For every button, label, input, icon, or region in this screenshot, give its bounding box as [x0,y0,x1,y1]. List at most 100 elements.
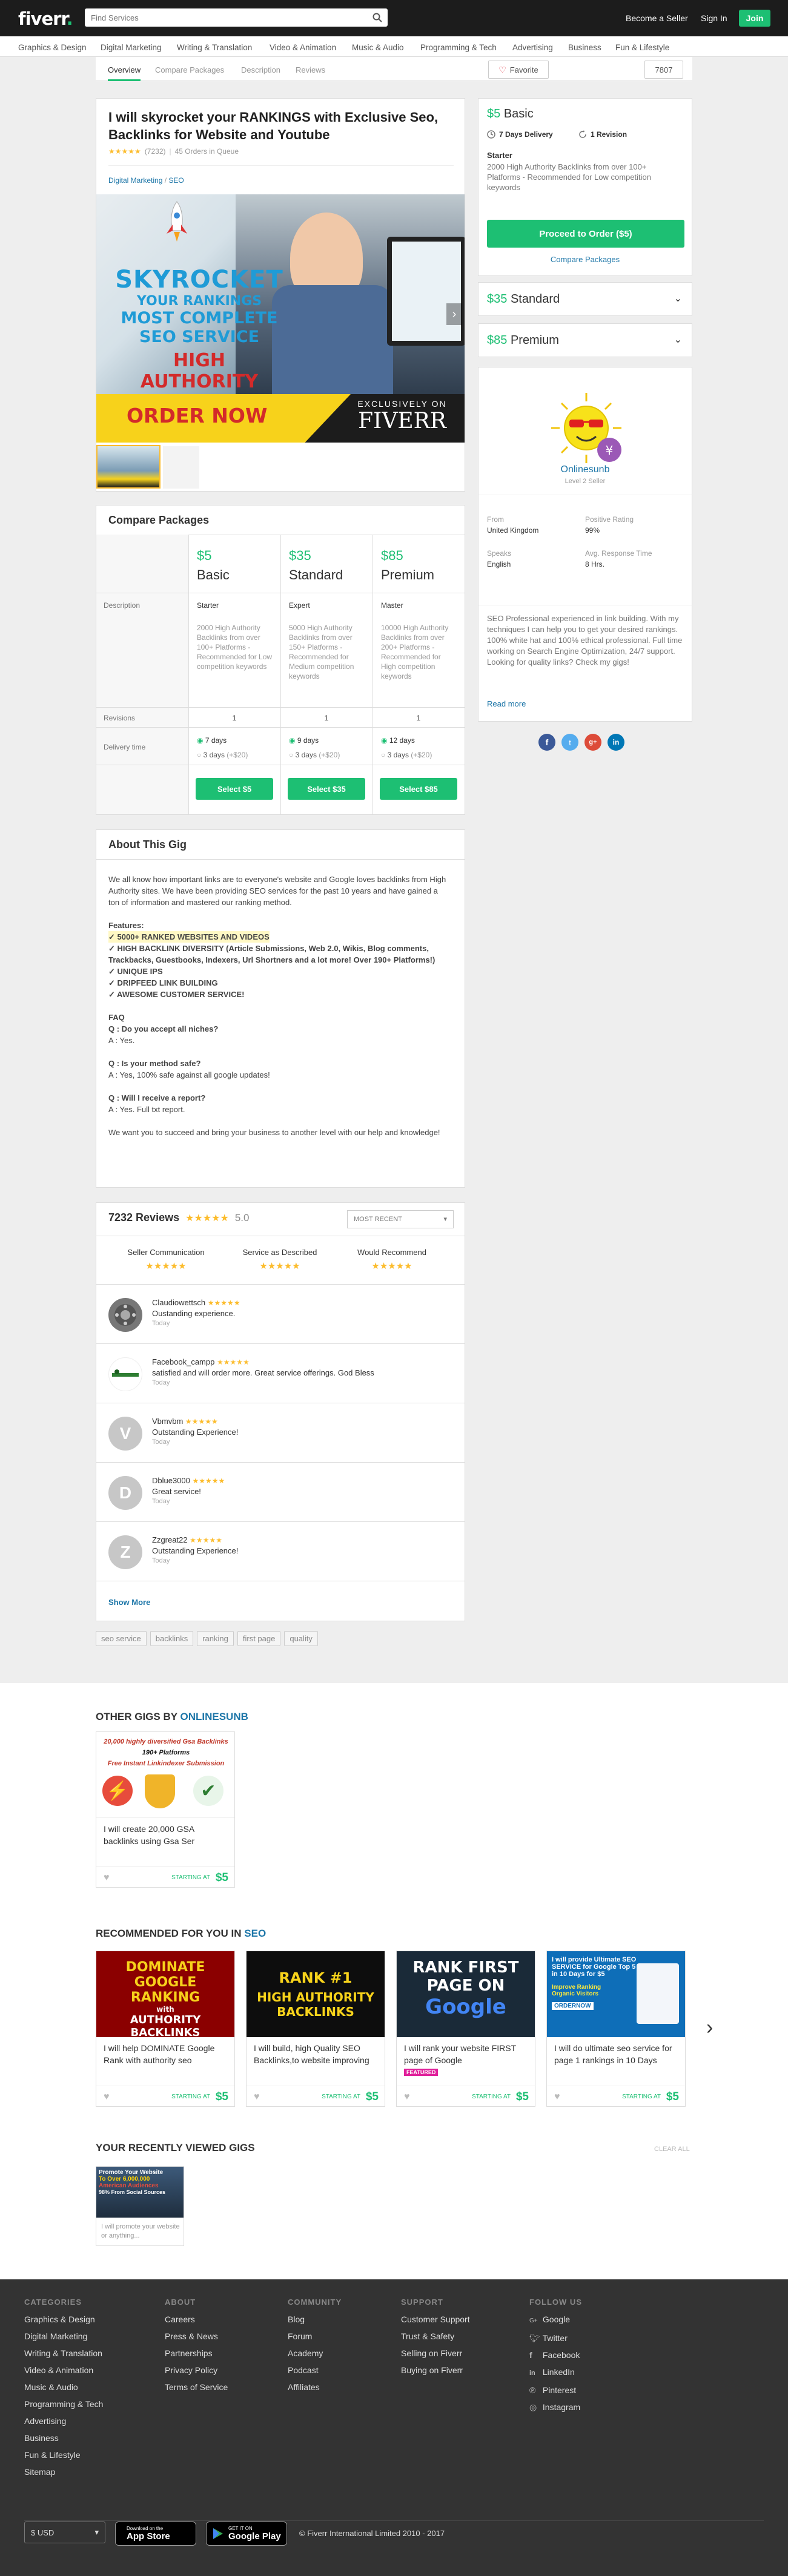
reviews-sort-select[interactable]: MOST RECENT ▾ [347,1210,454,1228]
footer-social-link[interactable]: ℗ Pinterest [529,2382,580,2399]
category-link[interactable]: Programming & Tech [420,43,497,52]
delivery-option[interactable]: ◉ 7 days [197,736,227,745]
heart-icon[interactable]: ♥ [254,2092,260,2103]
footer-social-link[interactable]: in LinkedIn [529,2364,580,2382]
gig-card[interactable]: DOMINATE GOOGLE RANKING with AUTHORITY B… [96,1951,235,2107]
fast-delivery-option[interactable]: ○ 3 days (+$20) [289,751,340,759]
premium-package-toggle[interactable]: $85 Premium ⌄ [478,323,692,357]
select-basic-button[interactable]: Select $5 [196,778,273,800]
footer-link[interactable]: Blog [288,2311,323,2328]
read-more-link[interactable]: Read more [487,699,526,708]
footer-social-link[interactable]: ◎ Instagram [529,2399,580,2416]
linkedin-icon[interactable]: in [608,734,624,751]
category-link[interactable]: Writing & Translation [177,43,252,52]
footer-link[interactable]: Digital Marketing [24,2328,103,2345]
clear-all-link[interactable]: CLEAR ALL [654,2146,690,2153]
tab-overview[interactable]: Overview [108,65,141,81]
fast-delivery-option[interactable]: ○ 3 days (+$20) [197,751,248,759]
fiverr-logo[interactable]: fiverr. [18,8,73,29]
gig-card[interactable]: RANK FIRST PAGE ON Google I will rank yo… [396,1951,535,2107]
sign-in-link[interactable]: Sign In [701,13,727,23]
category-link[interactable]: Business [568,43,601,52]
tag[interactable]: first page [237,1631,281,1646]
footer-link[interactable]: Advertising [24,2413,103,2429]
tab-description[interactable]: Description [241,65,280,74]
footer-social-link[interactable]: f Facebook [529,2347,580,2364]
carousel-next-arrow-icon[interactable]: › [706,2016,713,2040]
heart-icon[interactable]: ♥ [554,2092,560,2103]
tab-reviews[interactable]: Reviews [296,65,325,74]
footer-social-link[interactable]: 🐦︎ Twitter [529,2330,580,2347]
footer-link[interactable]: Buying on Fiverr [401,2362,470,2379]
tag[interactable]: quality [284,1631,318,1646]
footer-link[interactable]: Academy [288,2345,323,2362]
google-play-button[interactable]: GET IT ON Google Play [206,2522,287,2546]
heart-icon[interactable]: ♥ [104,2092,110,2103]
category-link[interactable]: Advertising [512,43,553,52]
select-standard-button[interactable]: Select $35 [288,778,365,800]
app-store-button[interactable]: Download on the App Store [115,2522,196,2546]
footer-link[interactable]: Writing & Translation [24,2345,103,2362]
footer-link[interactable]: Affiliates [288,2379,323,2396]
category-link[interactable]: Digital Marketing [101,43,162,52]
proceed-to-order-button[interactable]: Proceed to Order ($5) [487,220,684,248]
gig-card[interactable]: I will provide Ultimate SEO SERVICE for … [546,1951,686,2107]
category-link[interactable]: Music & Audio [352,43,404,52]
search-input[interactable] [85,8,363,27]
tab-compare-packages[interactable]: Compare Packages [155,65,224,74]
twitter-icon[interactable]: t [561,734,578,751]
footer-social-link[interactable]: G+ Google [529,2311,580,2330]
search-icon[interactable] [367,8,388,27]
gig-main-image[interactable]: SKYROCKET YOUR RANKINGS MOST COMPLETE SE… [96,194,465,443]
gallery-thumbnail[interactable] [96,445,161,489]
seller-name[interactable]: Onlinesunb [478,464,692,475]
footer-link[interactable]: Partnerships [165,2345,228,2362]
gig-card[interactable]: RANK #1 HIGH AUTHORITY BACKLINKS I will … [246,1951,385,2107]
next-image-arrow-icon[interactable]: › [446,303,462,325]
gig-card[interactable]: 20,000 highly diversified Gsa Backlinks … [96,1731,235,1888]
footer-link[interactable]: Podcast [288,2362,323,2379]
become-seller-link[interactable]: Become a Seller [626,13,688,23]
google-plus-icon[interactable]: g+ [584,734,601,751]
footer-link[interactable]: Customer Support [401,2311,470,2328]
fast-delivery-option[interactable]: ○ 3 days (+$20) [381,751,432,759]
footer-link[interactable]: Video & Animation [24,2362,103,2379]
footer-link[interactable]: Graphics & Design [24,2311,103,2328]
favorite-button[interactable]: ♡ Favorite [488,61,549,79]
category-link[interactable]: Fun & Lifestyle [615,43,669,52]
footer-link[interactable]: Terms of Service [165,2379,228,2396]
show-more-reviews-link[interactable]: Show More [108,1598,150,1607]
review-text: Great service! [152,1487,201,1496]
heart-icon[interactable]: ♥ [404,2092,410,2103]
select-premium-button[interactable]: Select $85 [380,778,457,800]
delivery-option[interactable]: ◉ 9 days [289,736,319,745]
category-link[interactable]: Video & Animation [270,43,336,52]
category-link[interactable]: Graphics & Design [18,43,87,52]
recent-gig-card[interactable]: Promote Your Website To Over 6,000,000 A… [96,2166,184,2246]
breadcrumb-category[interactable]: Digital Marketing [108,176,162,185]
join-button[interactable]: Join [739,10,770,27]
tag[interactable]: ranking [197,1631,234,1646]
tag[interactable]: backlinks [150,1631,194,1646]
footer-link[interactable]: Careers [165,2311,228,2328]
footer-link[interactable]: Fun & Lifestyle [24,2446,103,2463]
footer-link[interactable]: Sitemap [24,2463,103,2480]
footer-link[interactable]: Trust & Safety [401,2328,470,2345]
footer-link[interactable]: Programming & Tech [24,2396,103,2413]
footer-link[interactable]: Selling on Fiverr [401,2345,470,2362]
delivery-option[interactable]: ◉ 12 days [381,736,415,745]
footer-link[interactable]: Forum [288,2328,323,2345]
breadcrumb-subcategory[interactable]: SEO [168,176,184,185]
standard-package-toggle[interactable]: $35 Standard ⌄ [478,282,692,316]
footer-link[interactable]: Privacy Policy [165,2362,228,2379]
tag[interactable]: seo service [96,1631,147,1646]
heart-icon[interactable]: ♥ [104,1873,110,1883]
gallery-thumbnail[interactable] [163,446,199,489]
seller-avatar[interactable]: ¥ [546,388,626,468]
facebook-icon[interactable]: f [538,734,555,751]
compare-packages-link[interactable]: Compare Packages [478,255,692,264]
footer-link[interactable]: Music & Audio [24,2379,103,2396]
footer-link[interactable]: Press & News [165,2328,228,2345]
footer-link[interactable]: Business [24,2429,103,2446]
currency-select[interactable]: $ USD ▾ [24,2522,105,2543]
